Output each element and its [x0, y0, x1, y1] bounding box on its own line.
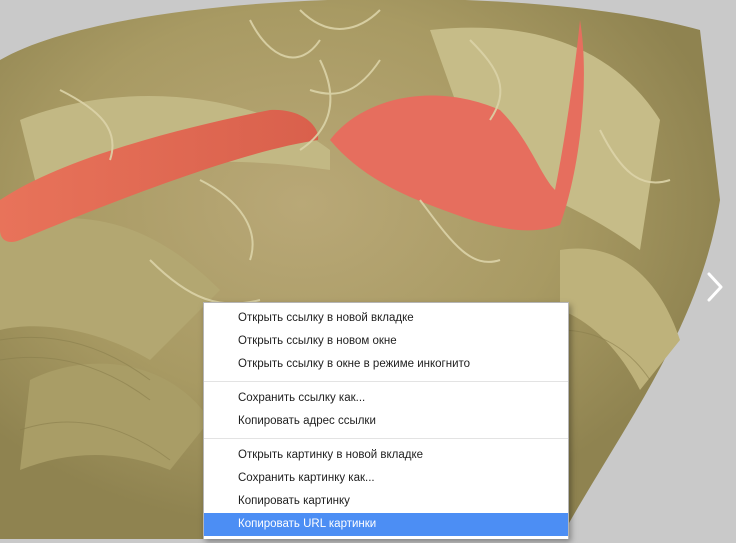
context-menu: Открыть ссылку в новой вкладке Открыть с… [203, 302, 569, 539]
menu-item-copy-image-url[interactable]: Копировать URL картинки [204, 513, 568, 536]
menu-item-open-image-new-tab[interactable]: Открыть картинку в новой вкладке [204, 444, 568, 467]
menu-item-copy-link-address[interactable]: Копировать адрес ссылки [204, 410, 568, 433]
menu-item-open-link-new-window[interactable]: Открыть ссылку в новом окне [204, 330, 568, 353]
menu-item-copy-image[interactable]: Копировать картинку [204, 490, 568, 513]
menu-item-save-image-as[interactable]: Сохранить картинку как... [204, 467, 568, 490]
menu-separator [204, 381, 568, 382]
next-image-button[interactable] [700, 268, 730, 306]
menu-separator [204, 438, 568, 439]
menu-item-open-link-new-tab[interactable]: Открыть ссылку в новой вкладке [204, 307, 568, 330]
menu-item-save-link-as[interactable]: Сохранить ссылку как... [204, 387, 568, 410]
menu-item-open-link-incognito[interactable]: Открыть ссылку в окне в режиме инкогнито [204, 353, 568, 376]
chevron-right-icon [707, 272, 723, 302]
